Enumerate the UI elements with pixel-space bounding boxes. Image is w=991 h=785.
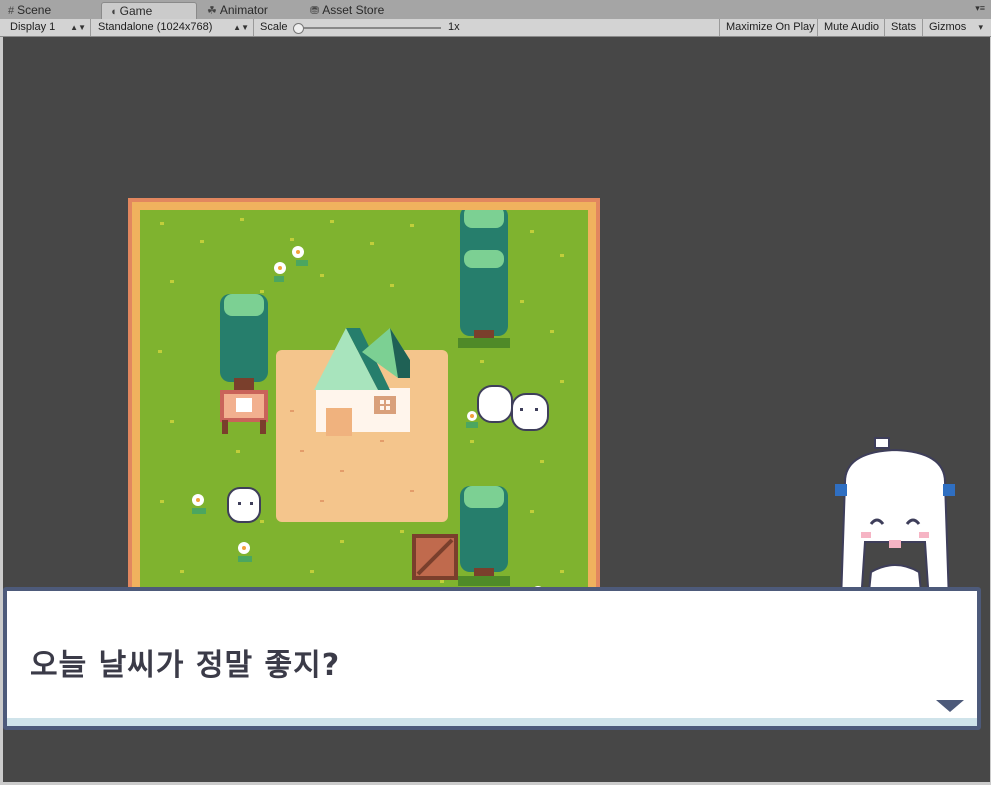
scale-value: 1x: [448, 21, 460, 33]
gizmos-arrow-icon: ▾: [978, 22, 983, 32]
maximize-on-play-label: Maximize On Play: [726, 21, 815, 33]
tree-bottom: [458, 486, 510, 586]
dialog-shadow: [7, 718, 977, 726]
animator-icon: ☘: [207, 5, 217, 17]
next-arrow-icon[interactable]: [936, 700, 964, 712]
stats-toggle[interactable]: Stats: [885, 19, 923, 36]
tab-asset-store[interactable]: ⛃ Asset Store: [310, 2, 410, 19]
tab-animator-label: Animator: [219, 3, 268, 17]
dropdown-arrow-icon: ▲▼: [233, 23, 249, 32]
crate: [412, 534, 458, 580]
tab-scene-label: Scene: [17, 3, 52, 17]
scene-grid-icon: #: [8, 5, 15, 17]
maximize-on-play-toggle[interactable]: Maximize On Play: [719, 19, 818, 36]
scale-slider-handle[interactable]: [293, 23, 304, 34]
game-map: [128, 198, 600, 628]
tree-tall: [458, 210, 510, 348]
signboard: [220, 390, 268, 434]
asset-store-icon: ⛃: [310, 5, 320, 17]
grass-field: [140, 210, 588, 628]
mute-audio-toggle[interactable]: Mute Audio: [818, 19, 885, 36]
editor-tab-bar: # Scene ◖ Game ☘ Animator ⛃ Asset Store ▾≡: [0, 0, 991, 20]
mute-audio-label: Mute Audio: [824, 21, 880, 33]
gizmos-label: Gizmos: [929, 21, 967, 33]
tab-scene[interactable]: # Scene: [8, 2, 88, 19]
scale-slider-track[interactable]: [296, 27, 441, 29]
resolution-dropdown-label: Standalone (1024x768): [98, 21, 213, 33]
display-dropdown-label: Display 1: [10, 21, 56, 33]
dropdown-arrow-icon: ▲▼: [70, 23, 86, 32]
display-dropdown[interactable]: Display 1 ▲▼: [4, 19, 91, 36]
tree-left: [220, 294, 268, 390]
gizmos-dropdown[interactable]: Gizmos ▾: [923, 19, 987, 36]
resolution-dropdown[interactable]: Standalone (1024x768) ▲▼: [92, 19, 254, 36]
panel-menu-icon[interactable]: ▾≡: [975, 3, 985, 14]
game-toolbar: Display 1 ▲▼ Standalone (1024x768) ▲▼ Scal…: [0, 19, 991, 37]
tab-animator[interactable]: ☘ Animator: [207, 2, 307, 19]
game-controller-icon: ◖: [110, 6, 117, 18]
dialog-text: 오늘 날씨가 정말 좋지?: [30, 648, 341, 683]
scale-label: Scale: [260, 21, 288, 33]
stats-label: Stats: [891, 21, 917, 33]
tab-game-label: Game: [119, 4, 153, 18]
tab-game[interactable]: ◖ Game: [101, 2, 197, 19]
tab-asset-store-label: Asset Store: [322, 3, 385, 17]
map-scene-art: [158, 210, 564, 617]
